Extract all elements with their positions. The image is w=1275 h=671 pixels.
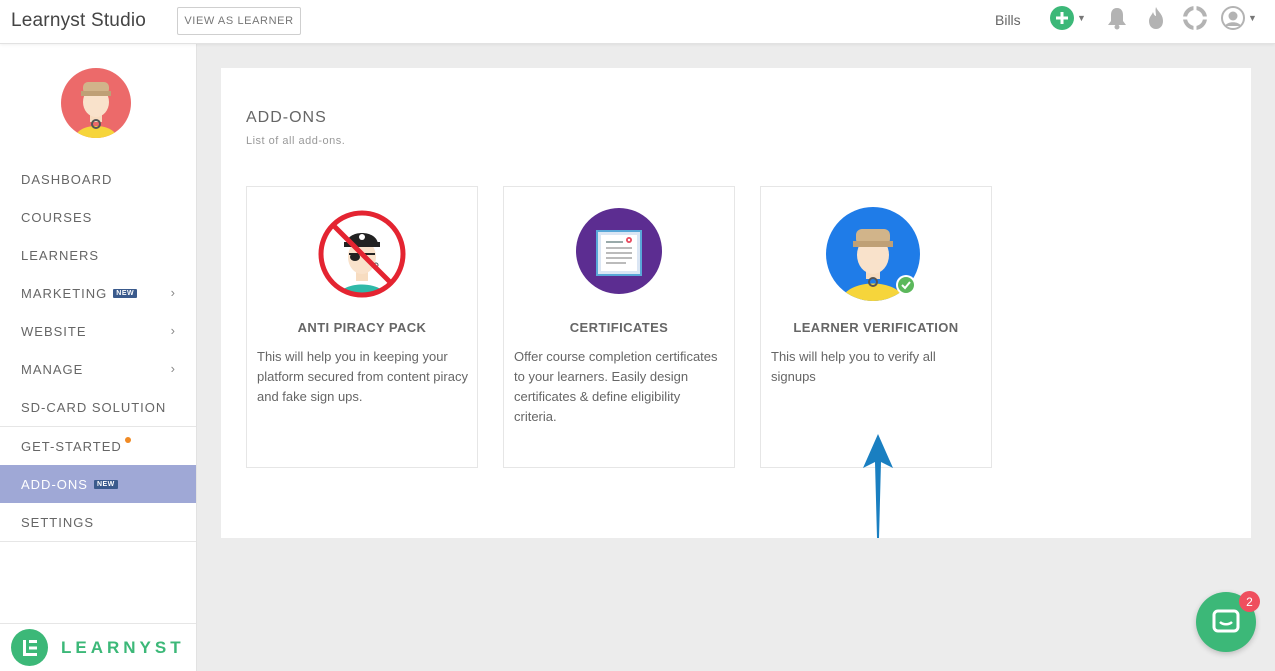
addon-description: Offer course completion certificates to … xyxy=(514,349,718,424)
sidebar-item-label: COURSES xyxy=(21,209,93,225)
sidebar-item-label: GET-STARTED xyxy=(21,438,122,454)
chevron-right-icon: › xyxy=(170,285,176,300)
divider xyxy=(0,541,196,542)
sidebar-item-learners[interactable]: LEARNERS xyxy=(0,236,196,274)
sidebar-item-website[interactable]: WEBSITE › xyxy=(0,312,196,350)
new-badge: NEW xyxy=(113,288,138,298)
sidebar-item-label: MARKETING xyxy=(21,285,108,301)
add-menu-button[interactable]: ▼ xyxy=(1050,6,1086,30)
pirate-no-icon xyxy=(318,210,406,298)
streak-button[interactable] xyxy=(1146,6,1166,30)
addon-card-anti-piracy[interactable]: ANTI PIRACY PACK This will help you in k… xyxy=(246,186,478,468)
footer-brand: LEARNYST xyxy=(61,637,185,657)
anti-piracy-illustration xyxy=(247,207,477,307)
bell-icon xyxy=(1108,8,1126,30)
fire-icon xyxy=(1149,7,1163,29)
user-menu-button[interactable]: ▼ xyxy=(1221,6,1257,30)
sidebar-item-settings[interactable]: SETTINGS xyxy=(0,503,196,541)
verified-learner-icon xyxy=(826,207,920,301)
sidebar: DASHBOARD COURSES LEARNERS MARKETING NEW… xyxy=(0,44,197,671)
sidebar-item-label: ADD-ONS xyxy=(21,476,88,492)
sidebar-item-label: LEARNERS xyxy=(21,247,100,263)
certificates-illustration xyxy=(504,207,734,307)
certificate-icon xyxy=(576,208,662,294)
brand-title: Learnyst Studio xyxy=(11,10,147,31)
addon-name: CERTIFICATES xyxy=(569,320,669,335)
sidebar-item-dashboard[interactable]: DASHBOARD xyxy=(0,160,196,198)
sidebar-item-add-ons[interactable]: ADD-ONS NEW xyxy=(0,465,196,503)
chevron-right-icon: › xyxy=(170,323,176,338)
addon-description: This will help you to verify all signups xyxy=(771,349,936,384)
chat-icon xyxy=(1212,609,1240,633)
addon-card-learner-verification[interactable]: LEARNER VERIFICATION This will help you … xyxy=(760,186,992,468)
bills-link[interactable]: Bills xyxy=(995,12,1021,28)
addon-description: This will help you in keeping your platf… xyxy=(257,349,468,404)
view-as-learner-button[interactable]: VIEW AS LEARNER xyxy=(177,7,301,35)
sidebar-item-get-started[interactable]: GET-STARTED xyxy=(0,427,196,465)
annotation-arrow-icon xyxy=(863,434,893,538)
sidebar-item-manage[interactable]: MANAGE › xyxy=(0,350,196,388)
sidebar-item-label: SETTINGS xyxy=(21,514,95,530)
chevron-down-icon: ▼ xyxy=(1248,13,1257,23)
sidebar-item-label: MANAGE xyxy=(21,361,84,377)
sidebar-item-label: SD-CARD SOLUTION xyxy=(21,399,167,415)
user-icon xyxy=(1221,6,1245,30)
plus-circle-icon xyxy=(1050,6,1074,30)
avatar[interactable] xyxy=(61,68,131,138)
chevron-down-icon: ▼ xyxy=(1077,13,1086,23)
sidebar-nav: DASHBOARD COURSES LEARNERS MARKETING NEW… xyxy=(0,160,196,542)
new-badge: NEW xyxy=(93,479,118,489)
sidebar-item-label: WEBSITE xyxy=(21,323,87,339)
sidebar-footer: LEARNYST xyxy=(0,623,196,671)
addon-name: LEARNER VERIFICATION xyxy=(793,320,959,335)
chevron-right-icon: › xyxy=(170,361,176,376)
sidebar-item-sd-card-solution[interactable]: SD-CARD SOLUTION xyxy=(0,388,196,426)
addon-card-certificates[interactable]: CERTIFICATES Offer course completion cer… xyxy=(503,186,735,468)
sidebar-item-label: DASHBOARD xyxy=(21,171,113,187)
learnyst-logo-icon xyxy=(11,629,48,666)
chat-unread-badge: 2 xyxy=(1239,591,1260,612)
page-subtitle: List of all add-ons. xyxy=(246,135,346,147)
sidebar-item-courses[interactable]: COURSES xyxy=(0,198,196,236)
lifebuoy-icon xyxy=(1183,6,1207,30)
notification-dot xyxy=(124,437,131,443)
notifications-button[interactable] xyxy=(1106,6,1128,30)
top-bar: Learnyst Studio VIEW AS LEARNER Bills ▼ xyxy=(0,0,1275,44)
main-panel: ADD-ONS List of all add-ons. ANTI PIRACY… xyxy=(221,68,1251,538)
learner-verification-illustration xyxy=(761,207,991,307)
help-button[interactable] xyxy=(1183,6,1207,30)
addon-name: ANTI PIRACY PACK xyxy=(297,320,427,335)
page-title: ADD-ONS xyxy=(246,109,327,126)
sidebar-item-marketing[interactable]: MARKETING NEW › xyxy=(0,274,196,312)
